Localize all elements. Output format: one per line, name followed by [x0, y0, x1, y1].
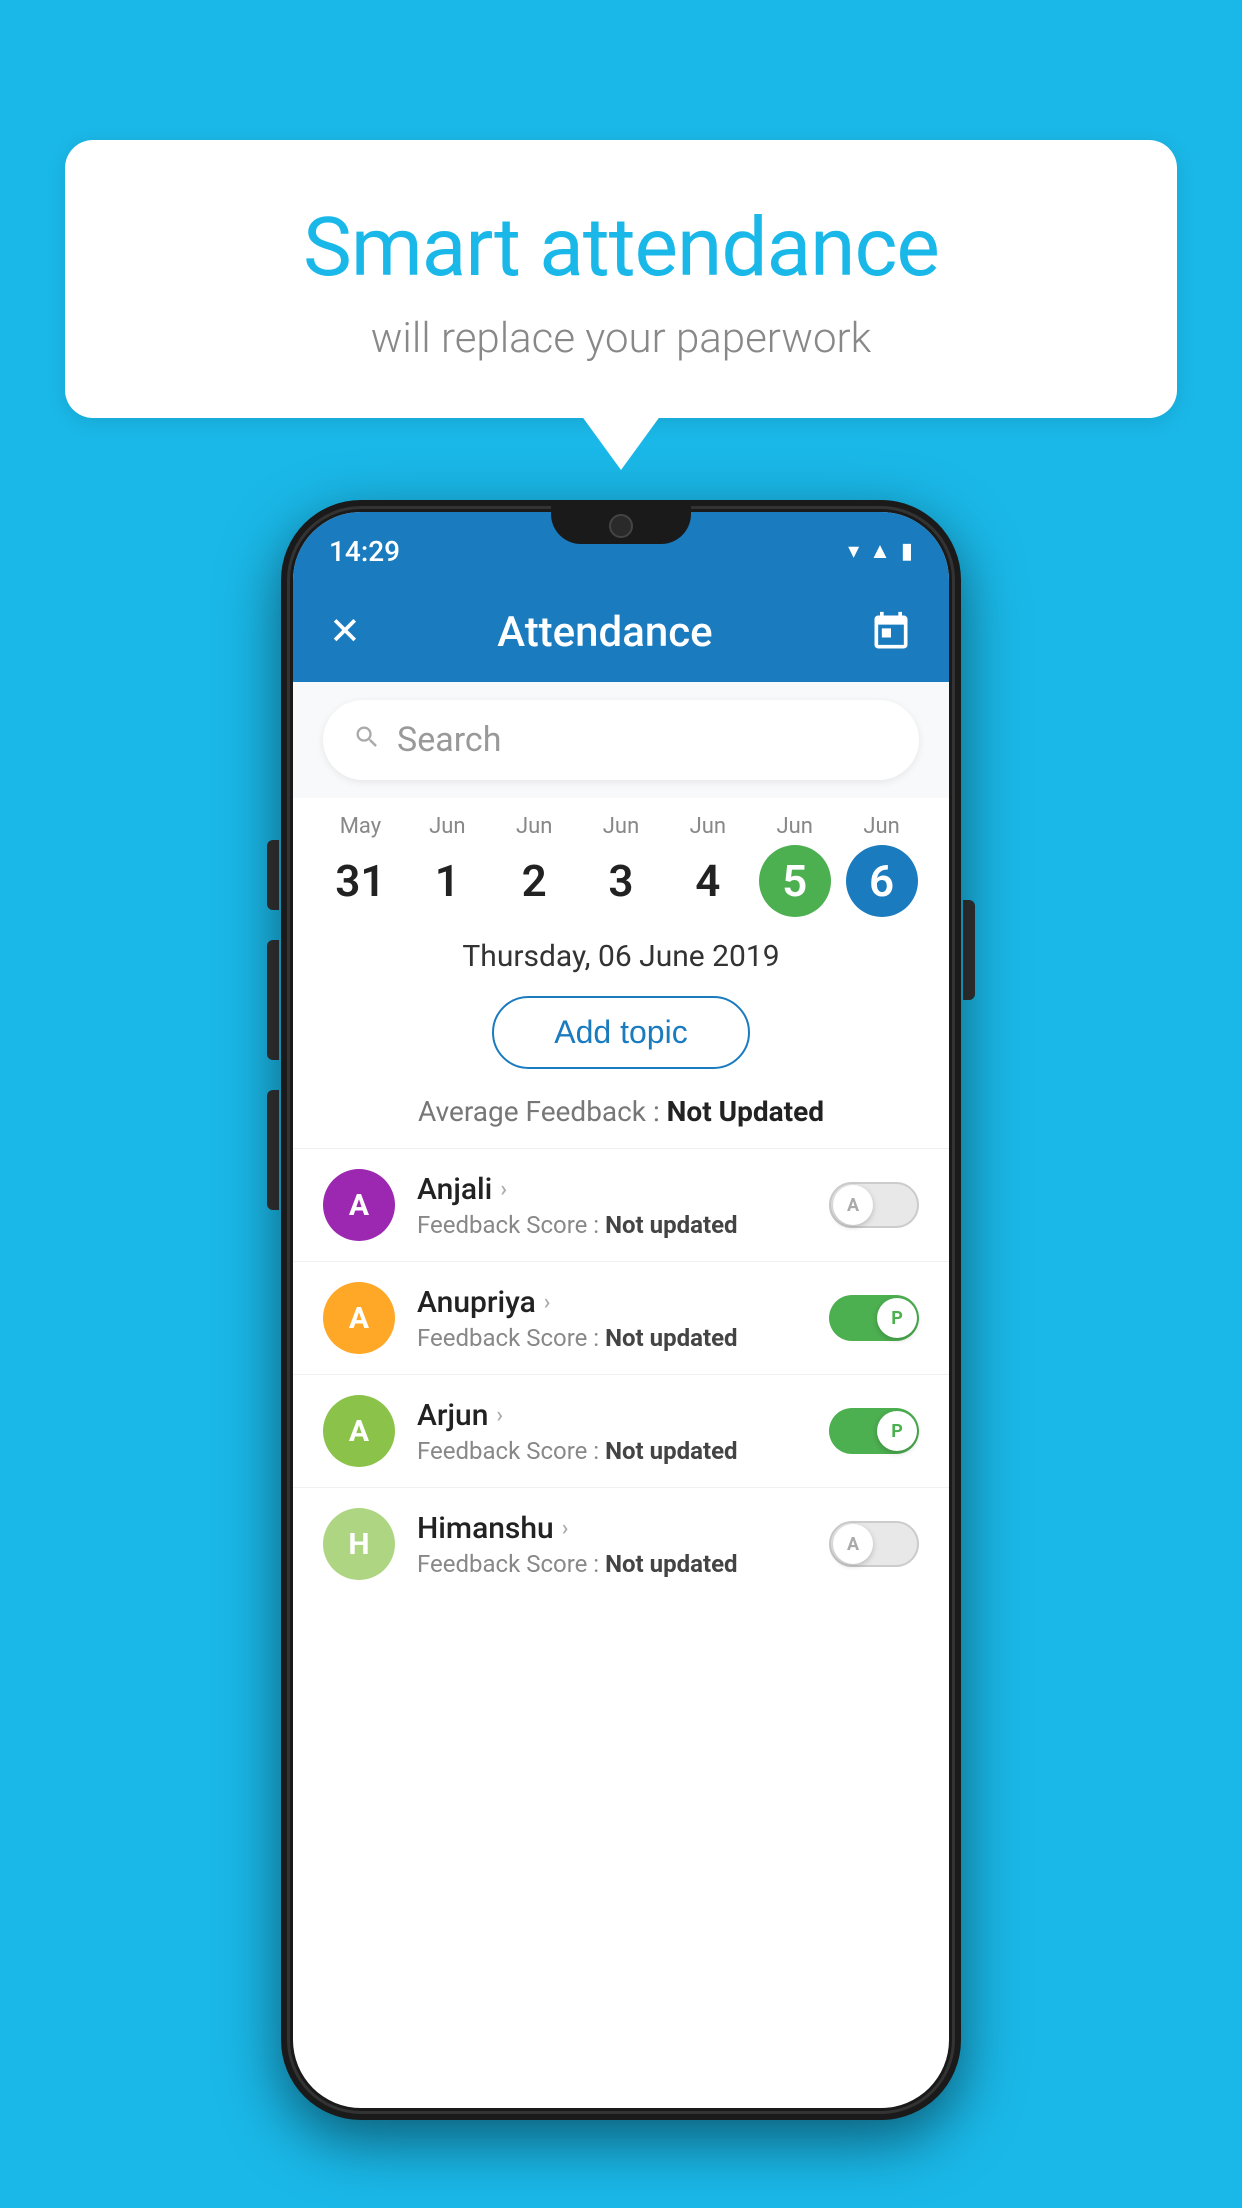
- front-camera: [609, 514, 633, 538]
- attendance-toggle[interactable]: A: [829, 1521, 919, 1567]
- cal-date-number: 6: [846, 845, 918, 917]
- student-info: Himanshu › Feedback Score : Not updated: [417, 1511, 807, 1578]
- add-topic-button[interactable]: Add topic: [492, 996, 749, 1069]
- app-bar-title: Attendance: [389, 608, 821, 657]
- cal-month-label: Jun: [491, 814, 578, 839]
- battery-icon: ▮: [901, 539, 913, 564]
- student-info: Arjun › Feedback Score : Not updated: [417, 1398, 807, 1465]
- volume-up-button: [267, 840, 279, 910]
- attendance-toggle[interactable]: P: [829, 1295, 919, 1341]
- chevron-icon: ›: [496, 1403, 503, 1428]
- student-feedback: Feedback Score : Not updated: [417, 1437, 807, 1465]
- search-placeholder: Search: [397, 720, 501, 760]
- student-name: Anjali ›: [417, 1172, 807, 1207]
- student-list-item[interactable]: A Anjali › Feedback Score : Not updated A: [293, 1148, 949, 1261]
- toggle-knob: P: [877, 1411, 917, 1451]
- student-info: Anupriya › Feedback Score : Not updated: [417, 1285, 807, 1352]
- student-avatar: H: [323, 1508, 395, 1580]
- student-list: AAnjali ›Feedback Score : Not updatedAAA…: [293, 1148, 949, 1600]
- cal-date-number: 1: [411, 845, 483, 917]
- cal-month-label: Jun: [578, 814, 665, 839]
- cal-date-number: 3: [585, 845, 657, 917]
- cal-month-label: Jun: [664, 814, 751, 839]
- cal-date-number: 2: [498, 845, 570, 917]
- calendar-day[interactable]: Jun 6: [838, 814, 925, 917]
- feedback-summary: Average Feedback : Not Updated: [293, 1087, 949, 1148]
- signal-icon: ▲: [869, 538, 891, 564]
- calendar-day[interactable]: Jun 4: [664, 814, 751, 917]
- chevron-icon: ›: [562, 1516, 569, 1541]
- attendance-toggle[interactable]: A: [829, 1182, 919, 1228]
- chevron-icon: ›: [544, 1290, 551, 1315]
- selected-date-label: Thursday, 06 June 2019: [293, 917, 949, 986]
- toggle-knob: A: [833, 1524, 873, 1564]
- feedback-label: Average Feedback :: [418, 1095, 667, 1128]
- feedback-value: Not Updated: [667, 1095, 824, 1128]
- student-name: Anupriya ›: [417, 1285, 807, 1320]
- cal-month-label: Jun: [838, 814, 925, 839]
- calendar-day[interactable]: Jun 2: [491, 814, 578, 917]
- phone-notch: [551, 500, 691, 544]
- search-bar[interactable]: Search: [323, 700, 919, 780]
- speech-bubble-container: Smart attendance will replace your paper…: [65, 140, 1177, 418]
- student-list-item[interactable]: A Arjun › Feedback Score : Not updated P: [293, 1374, 949, 1487]
- search-icon: [353, 721, 381, 759]
- calendar-day[interactable]: Jun 3: [578, 814, 665, 917]
- phone-mockup: 14:29 ▾ ▲ ▮ ✕ Attendance: [281, 500, 961, 2120]
- silent-button: [267, 1090, 279, 1210]
- cal-date-number: 31: [324, 845, 396, 917]
- attendance-toggle[interactable]: P: [829, 1408, 919, 1454]
- cal-date-number: 4: [672, 845, 744, 917]
- student-feedback: Feedback Score : Not updated: [417, 1550, 807, 1578]
- bubble-subtitle: will replace your paperwork: [135, 314, 1107, 363]
- status-icons: ▾ ▲ ▮: [848, 538, 913, 564]
- student-avatar: A: [323, 1169, 395, 1241]
- phone-body: 14:29 ▾ ▲ ▮ ✕ Attendance: [281, 500, 961, 2120]
- student-name: Arjun ›: [417, 1398, 807, 1433]
- student-list-item[interactable]: A Anupriya › Feedback Score : Not updated P: [293, 1261, 949, 1374]
- toggle-knob: A: [833, 1185, 873, 1225]
- student-info: Anjali › Feedback Score : Not updated: [417, 1172, 807, 1239]
- bubble-title: Smart attendance: [135, 200, 1107, 296]
- cal-month-label: May: [317, 814, 404, 839]
- add-topic-container: Add topic: [293, 986, 949, 1087]
- student-feedback: Feedback Score : Not updated: [417, 1211, 807, 1239]
- student-avatar: A: [323, 1282, 395, 1354]
- phone-screen: 14:29 ▾ ▲ ▮ ✕ Attendance: [293, 512, 949, 2108]
- student-list-item[interactable]: H Himanshu › Feedback Score : Not updated A: [293, 1487, 949, 1600]
- power-button: [963, 900, 975, 1000]
- calendar-day[interactable]: Jun 1: [404, 814, 491, 917]
- calendar-icon[interactable]: [869, 610, 913, 654]
- close-button[interactable]: ✕: [329, 613, 361, 651]
- calendar-day[interactable]: Jun 5: [751, 814, 838, 917]
- student-avatar: A: [323, 1395, 395, 1467]
- student-feedback: Feedback Score : Not updated: [417, 1324, 807, 1352]
- student-name: Himanshu ›: [417, 1511, 807, 1546]
- chevron-icon: ›: [500, 1177, 507, 1202]
- calendar-strip: May 31 Jun 1 Jun 2 Jun 3 Jun 4 Jun 5 Jun 6: [293, 798, 949, 917]
- cal-month-label: Jun: [751, 814, 838, 839]
- status-time: 14:29: [329, 535, 400, 568]
- toggle-knob: P: [877, 1298, 917, 1338]
- cal-date-number: 5: [759, 845, 831, 917]
- volume-down-button: [267, 940, 279, 1060]
- app-bar: ✕ Attendance: [293, 582, 949, 682]
- cal-month-label: Jun: [404, 814, 491, 839]
- search-container: Search: [293, 682, 949, 798]
- speech-bubble: Smart attendance will replace your paper…: [65, 140, 1177, 418]
- wifi-icon: ▾: [848, 539, 859, 564]
- calendar-day[interactable]: May 31: [317, 814, 404, 917]
